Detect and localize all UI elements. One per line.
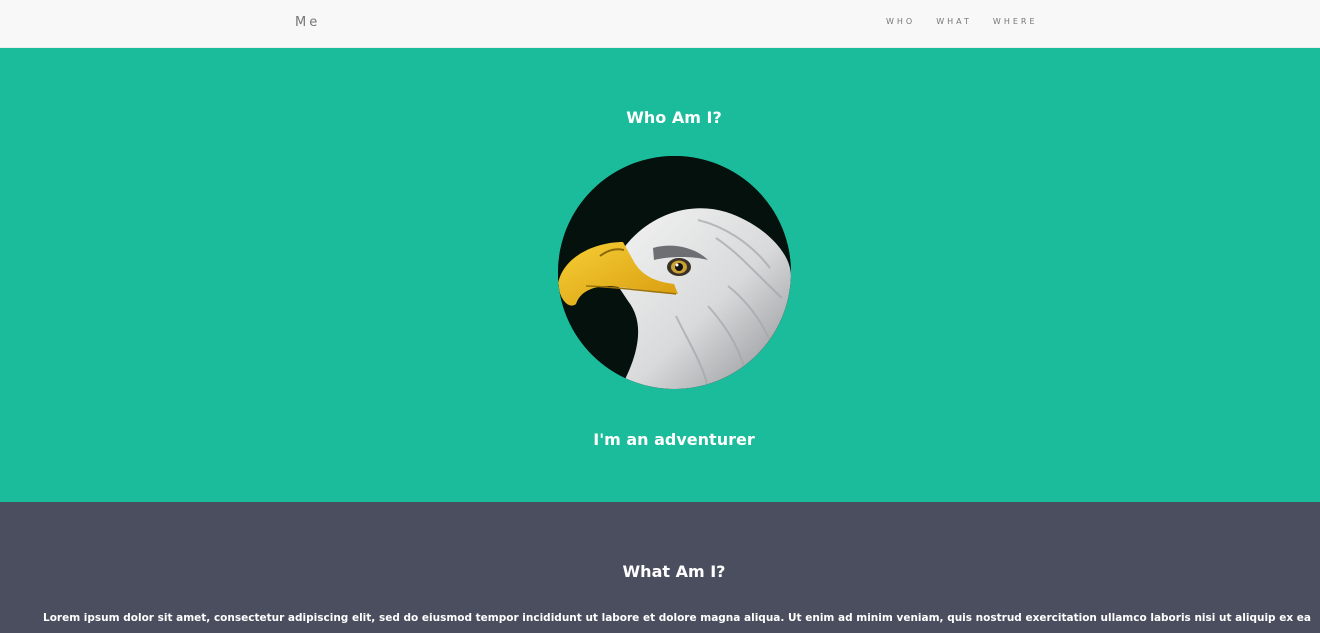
what-section: What Am I? Lorem ipsum dolor sit amet, c… [0, 502, 1320, 633]
avatar [558, 156, 791, 389]
tagline: I'm an adventurer [593, 430, 755, 449]
nav-item-who: WHO [886, 17, 915, 26]
brand-link[interactable]: Me [295, 15, 320, 30]
what-heading: What Am I? [622, 562, 726, 581]
top-navbar: Me WHO WHAT WHERE [0, 0, 1320, 48]
nav-item-what: WHAT [936, 17, 972, 26]
eagle-icon [558, 156, 791, 389]
what-paragraph: Lorem ipsum dolor sit amet, consectetur … [43, 612, 1313, 624]
nav-link-where[interactable]: WHERE [993, 17, 1038, 26]
who-section: Who Am I? I'm an adventurer [0, 48, 1320, 502]
nav-item-where: WHERE [993, 17, 1038, 26]
nav-links: WHO WHAT WHERE [886, 17, 1038, 26]
who-heading: Who Am I? [626, 108, 722, 127]
nav-link-what[interactable]: WHAT [936, 17, 972, 26]
nav-link-who[interactable]: WHO [886, 17, 915, 26]
